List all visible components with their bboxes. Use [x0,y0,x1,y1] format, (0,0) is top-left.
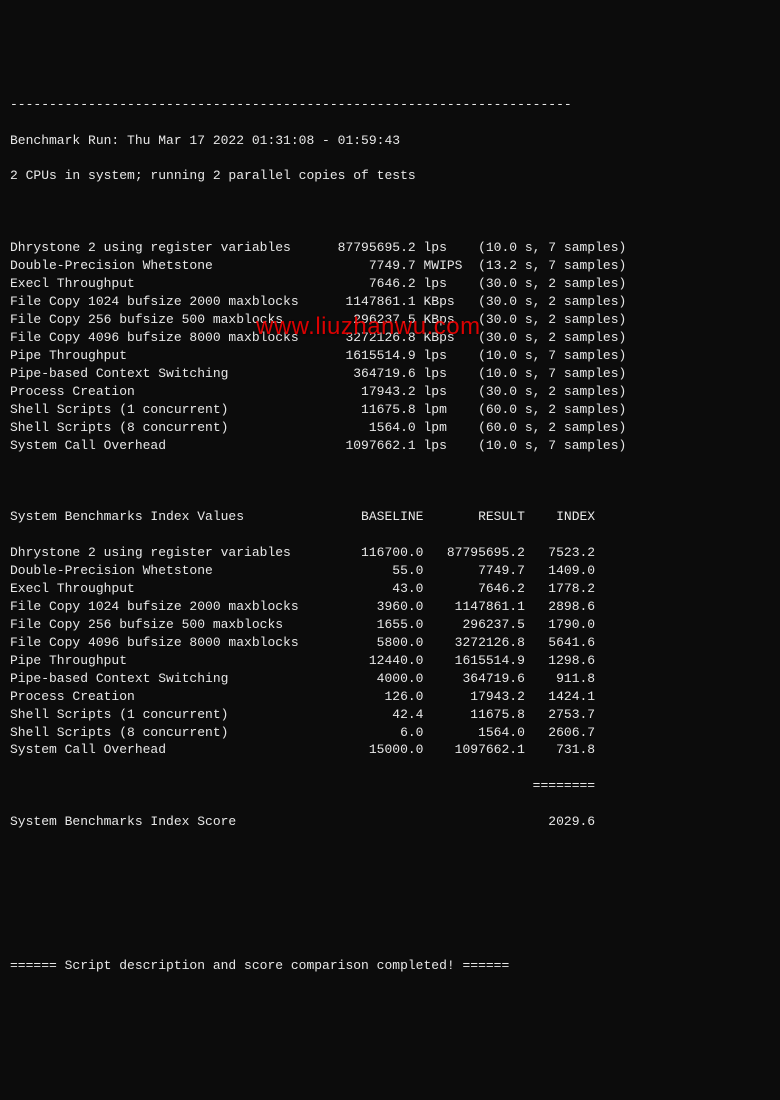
blank-line [10,203,770,221]
index-row: File Copy 256 bufsize 500 maxblocks 1655… [10,616,770,634]
index-dashes: ======== [10,777,770,795]
result-row: System Call Overhead 1097662.1 lps (10.0… [10,437,770,455]
index-row: Double-Precision Whetstone 55.0 7749.7 1… [10,562,770,580]
benchmark-run-header: Benchmark Run: Thu Mar 17 2022 01:31:08 … [10,132,770,150]
footer-line: ====== Script description and score comp… [10,957,770,975]
blank-line [10,921,770,939]
separator-line: ----------------------------------------… [10,96,770,114]
blank-line [10,885,770,903]
result-row: Pipe Throughput 1615514.9 lps (10.0 s, 7… [10,347,770,365]
score-line: System Benchmarks Index Score 2029.6 [10,813,770,831]
result-row: File Copy 1024 bufsize 2000 maxblocks 11… [10,293,770,311]
cpu-info-header: 2 CPUs in system; running 2 parallel cop… [10,167,770,185]
blank-line [10,849,770,867]
result-row: Shell Scripts (1 concurrent) 11675.8 lpm… [10,401,770,419]
result-row: Dhrystone 2 using register variables 877… [10,239,770,257]
index-row: File Copy 4096 bufsize 8000 maxblocks 58… [10,634,770,652]
index-row: Process Creation 126.0 17943.2 1424.1 [10,688,770,706]
terminal-output: ----------------------------------------… [10,78,770,1011]
index-row: Dhrystone 2 using register variables 116… [10,544,770,562]
index-table: Dhrystone 2 using register variables 116… [10,544,770,759]
result-row: Process Creation 17943.2 lps (30.0 s, 2 … [10,383,770,401]
index-row: Pipe-based Context Switching 4000.0 3647… [10,670,770,688]
index-header: System Benchmarks Index Values BASELINE … [10,508,770,526]
result-row: Execl Throughput 7646.2 lps (30.0 s, 2 s… [10,275,770,293]
index-row: Shell Scripts (8 concurrent) 6.0 1564.0 … [10,724,770,742]
result-row: Shell Scripts (8 concurrent) 1564.0 lpm … [10,419,770,437]
index-row: Shell Scripts (1 concurrent) 42.4 11675.… [10,706,770,724]
index-row: Execl Throughput 43.0 7646.2 1778.2 [10,580,770,598]
result-row: File Copy 256 bufsize 500 maxblocks 2962… [10,311,770,329]
results-table: Dhrystone 2 using register variables 877… [10,239,770,454]
index-row: System Call Overhead 15000.0 1097662.1 7… [10,741,770,759]
result-row: Double-Precision Whetstone 7749.7 MWIPS … [10,257,770,275]
result-row: Pipe-based Context Switching 364719.6 lp… [10,365,770,383]
blank-line [10,472,770,490]
index-row: Pipe Throughput 12440.0 1615514.9 1298.6 [10,652,770,670]
index-row: File Copy 1024 bufsize 2000 maxblocks 39… [10,598,770,616]
result-row: File Copy 4096 bufsize 8000 maxblocks 32… [10,329,770,347]
